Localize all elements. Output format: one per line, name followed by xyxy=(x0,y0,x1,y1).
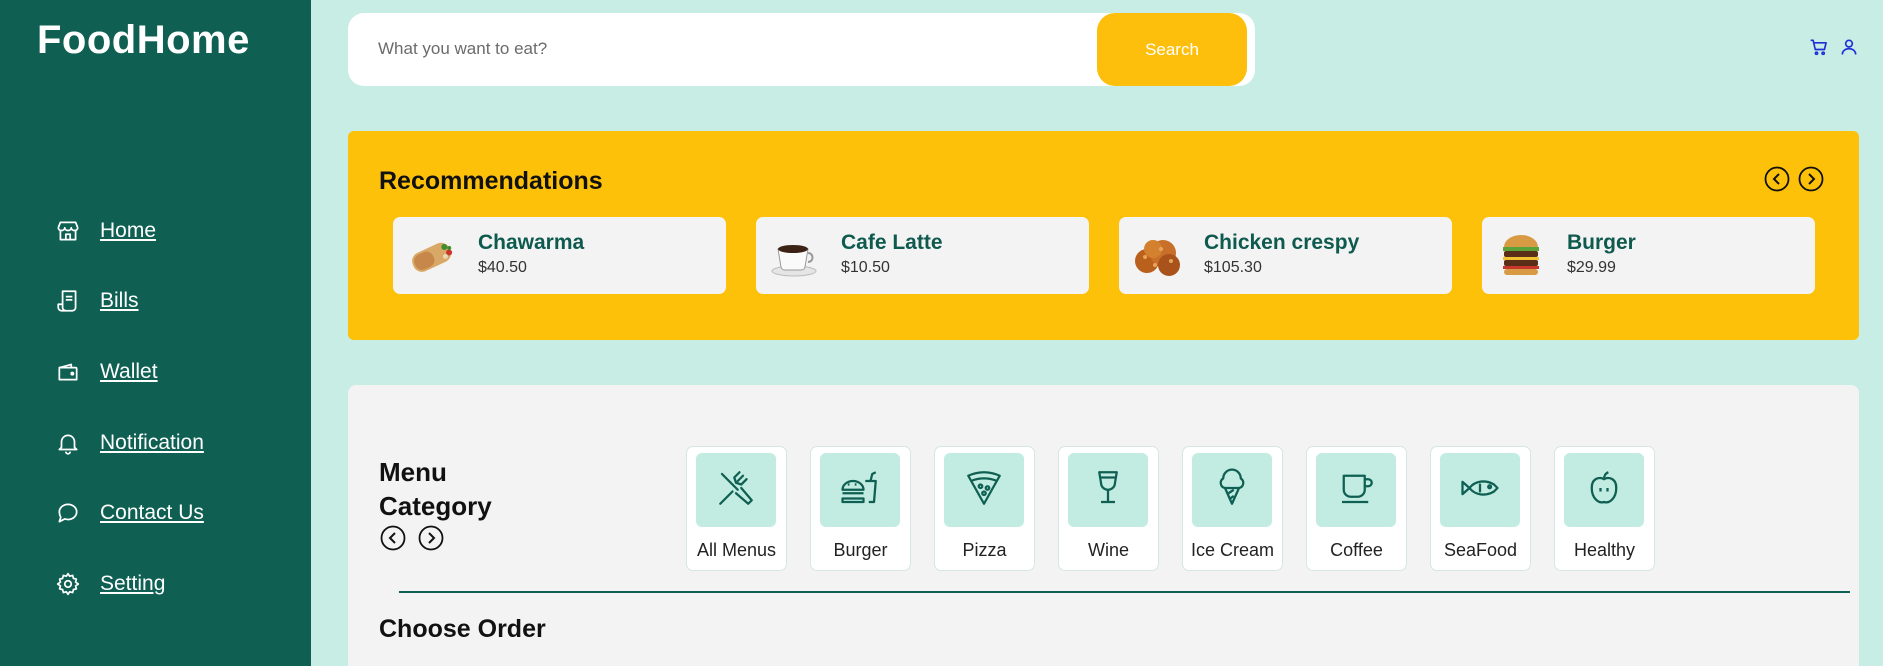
section-divider xyxy=(399,591,1850,593)
category-burger[interactable]: Burger xyxy=(810,446,911,571)
sidebar-item-label: Home xyxy=(100,219,157,242)
menu-category-title: Menu Category xyxy=(379,457,492,521)
item-name: Chawarma xyxy=(478,231,585,254)
store-icon xyxy=(54,217,82,245)
category-icon-tile xyxy=(1564,453,1644,527)
category-all-menus[interactable]: All Menus xyxy=(686,446,787,571)
chawarma-image xyxy=(405,231,459,281)
category-icon-tile xyxy=(1068,453,1148,527)
category-ice-cream[interactable]: Ice Cream xyxy=(1182,446,1283,571)
fried-chicken-image xyxy=(1131,231,1185,281)
pizza-icon xyxy=(963,467,1005,514)
category-label: Coffee xyxy=(1330,540,1383,560)
category-icon-tile xyxy=(1440,453,1520,527)
recommendations-title: Recommendations xyxy=(379,167,603,195)
sidebar-item-label: Notification xyxy=(100,431,204,454)
sidebar-item-home[interactable]: Home xyxy=(54,217,156,245)
category-label: Burger xyxy=(833,540,888,560)
item-price: $29.99 xyxy=(1567,259,1616,276)
utensils-icon xyxy=(715,467,757,514)
sidebar-item-setting[interactable]: Setting xyxy=(54,570,165,598)
wallet-icon xyxy=(54,358,82,386)
menu-category-panel: Menu Category All Menus Burger Pizza Win… xyxy=(348,385,1859,666)
item-price: $40.50 xyxy=(478,259,527,276)
category-icon-tile xyxy=(696,453,776,527)
recommendations-panel: Recommendations Chawarma $40.50 Cafe Lat… xyxy=(348,131,1859,340)
recommendation-card[interactable]: Chawarma $40.50 xyxy=(393,217,726,294)
recommendation-card[interactable]: Cafe Latte $10.50 xyxy=(756,217,1089,294)
chevron-left-icon[interactable] xyxy=(380,525,406,551)
chevron-right-icon[interactable] xyxy=(418,525,444,551)
sidebar-item-wallet[interactable]: Wallet xyxy=(54,358,158,386)
sidebar-item-label: Setting xyxy=(100,572,166,595)
chat-icon xyxy=(54,499,82,527)
item-name: Cafe Latte xyxy=(841,231,943,254)
item-price: $10.50 xyxy=(841,259,890,276)
burger-icon xyxy=(839,467,881,514)
sidebar-item-label: Contact Us xyxy=(100,501,204,524)
bell-icon xyxy=(54,429,82,457)
recommendation-card[interactable]: Burger $29.99 xyxy=(1482,217,1815,294)
search-bar: Search xyxy=(348,13,1255,86)
item-name: Burger xyxy=(1567,231,1636,254)
cart-icon[interactable] xyxy=(1809,37,1829,57)
category-icon-tile xyxy=(1192,453,1272,527)
category-icon-tile xyxy=(820,453,900,527)
coffee-icon xyxy=(1335,467,1377,514)
category-label: All Menus xyxy=(696,540,777,560)
category-wine[interactable]: Wine xyxy=(1058,446,1159,571)
burger-image xyxy=(1494,231,1548,281)
gear-icon xyxy=(54,570,82,598)
sidebar-item-contact-us[interactable]: Contact Us xyxy=(54,499,204,527)
category-label: Pizza xyxy=(962,540,1007,560)
item-price: $105.30 xyxy=(1204,259,1262,276)
category-label: SeaFood xyxy=(1443,540,1518,560)
choose-order-title: Choose Order xyxy=(379,615,546,643)
category-icon-tile xyxy=(944,453,1024,527)
user-icon[interactable] xyxy=(1839,37,1859,57)
sidebar-item-bills[interactable]: Bills xyxy=(54,287,139,315)
ice-cream-icon xyxy=(1211,467,1253,514)
sidebar: FoodHome Home Bills Wallet Notification … xyxy=(0,0,311,666)
category-label: Wine xyxy=(1087,540,1129,560)
coffee-cup-image xyxy=(768,231,822,281)
sidebar-item-label: Bills xyxy=(100,289,139,312)
apple-icon xyxy=(1583,467,1625,514)
category-coffee[interactable]: Coffee xyxy=(1306,446,1407,571)
category-label: Ice Cream xyxy=(1190,540,1275,560)
app-logo: FoodHome xyxy=(37,18,250,62)
recommendation-card[interactable]: Chicken crespy $105.30 xyxy=(1119,217,1452,294)
category-seafood[interactable]: SeaFood xyxy=(1430,446,1531,571)
item-name: Chicken crespy xyxy=(1204,231,1360,254)
chevron-left-icon[interactable] xyxy=(1764,166,1790,192)
sidebar-item-label: Wallet xyxy=(100,360,158,383)
fish-icon xyxy=(1459,467,1501,514)
search-button[interactable]: Search xyxy=(1097,13,1247,86)
category-pizza[interactable]: Pizza xyxy=(934,446,1035,571)
category-healthy[interactable]: Healthy xyxy=(1554,446,1655,571)
search-input[interactable] xyxy=(378,31,1078,67)
wine-icon xyxy=(1087,467,1129,514)
receipt-icon xyxy=(54,287,82,315)
sidebar-item-notification[interactable]: Notification xyxy=(54,429,204,457)
category-label: Healthy xyxy=(1573,540,1636,560)
chevron-right-icon[interactable] xyxy=(1798,166,1824,192)
category-icon-tile xyxy=(1316,453,1396,527)
